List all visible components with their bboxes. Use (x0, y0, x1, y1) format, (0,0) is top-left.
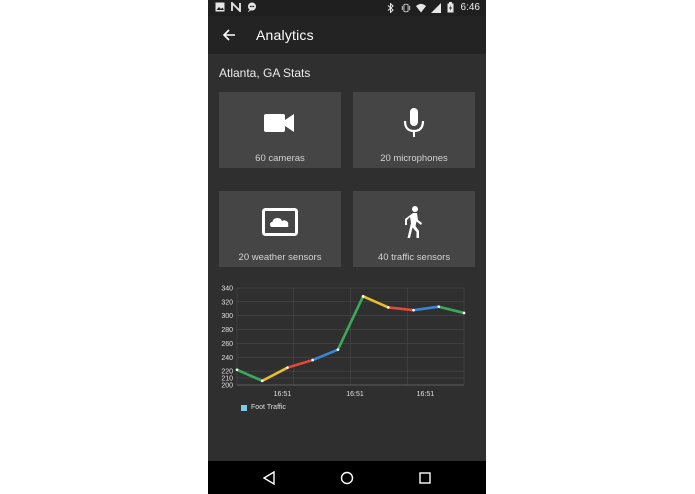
status-right-icons: 6:46 (386, 2, 480, 13)
legend-swatch (241, 404, 247, 411)
y-tick-label: 300 (221, 313, 233, 320)
foot-traffic-chart-svg: 200210220 240 260 280 300 320 340 16:51 16:51 16:… (221, 286, 466, 398)
y-tick-label: 200 (221, 383, 233, 390)
cameras-card[interactable]: 60 cameras (219, 92, 341, 168)
data-point (387, 306, 390, 309)
x-tick-label: 16:51 (274, 391, 292, 398)
arrow-back-icon (222, 29, 235, 41)
home-circle-icon (340, 471, 354, 485)
series-segment (311, 348, 340, 362)
y-tick-label: 320 (221, 299, 233, 306)
cameras-label: 60 cameras (255, 153, 305, 164)
y-tick-label: 340 (221, 286, 233, 293)
status-left-icons (215, 2, 257, 12)
x-tick-label: 16:51 (346, 391, 364, 398)
chat-icon (247, 2, 257, 12)
y-tick-label: 260 (221, 341, 233, 348)
nav-back-button[interactable] (260, 469, 278, 487)
walking-person-icon (353, 206, 475, 238)
microphones-card[interactable]: 20 microphones (353, 92, 475, 168)
cloud-screen-icon (219, 207, 341, 237)
recents-square-icon (419, 472, 431, 484)
page-title: Analytics (256, 27, 314, 43)
vibrate-icon (401, 3, 411, 13)
videocam-icon (219, 108, 341, 138)
series-segment (437, 305, 466, 315)
series-segment (286, 358, 314, 369)
phone-screen: 6:46 Analytics Atlanta, GA Stats 60 came… (208, 0, 486, 494)
x-tick-label: 16:51 (417, 391, 435, 398)
mic-icon (353, 108, 475, 138)
data-point (311, 358, 314, 362)
data-point (235, 368, 239, 372)
data-point (437, 305, 441, 309)
foot-traffic-chart: 200 210 220 240 260 280 300 320 340 16:51 16:51 16:… (208, 282, 486, 422)
back-button[interactable] (218, 24, 240, 46)
nav-recents-button[interactable] (416, 469, 434, 487)
status-bar: 6:46 (208, 0, 486, 16)
bluetooth-icon (386, 2, 396, 13)
y-tick-label: 280 (221, 327, 233, 334)
legend-label: Foot Traffic (251, 404, 286, 411)
back-triangle-icon (262, 471, 275, 485)
y-tick-label: 220 (221, 369, 233, 376)
data-point (336, 348, 340, 351)
app-bar: Analytics (208, 16, 486, 54)
y-tick-label: 240 (221, 355, 233, 362)
data-point (462, 311, 466, 315)
weather-sensors-label: 20 weather sensors (238, 252, 322, 263)
microphones-label: 20 microphones (380, 153, 448, 164)
data-point (412, 308, 415, 312)
signal-icon (430, 2, 441, 13)
weather-sensors-card[interactable]: 20 weather sensors (219, 191, 341, 267)
nav-home-button[interactable] (338, 469, 356, 487)
status-time: 6:46 (460, 2, 480, 13)
series-segment (412, 305, 441, 312)
series-segment (387, 306, 415, 312)
traffic-sensors-card[interactable]: 40 traffic sensors (353, 191, 475, 267)
battery-icon (446, 2, 456, 13)
wifi-icon (415, 3, 426, 13)
series-segment (260, 366, 289, 383)
chart-legend: Foot Traffic (241, 404, 286, 411)
n-icon (231, 2, 241, 12)
data-point (260, 379, 264, 383)
navigation-bar (208, 461, 486, 494)
y-tick-label: 210 (221, 376, 233, 383)
image-icon (215, 2, 225, 12)
traffic-sensors-label: 40 traffic sensors (377, 252, 451, 263)
data-point (286, 366, 289, 369)
data-point (361, 295, 365, 298)
stats-title: Atlanta, GA Stats (219, 66, 311, 80)
